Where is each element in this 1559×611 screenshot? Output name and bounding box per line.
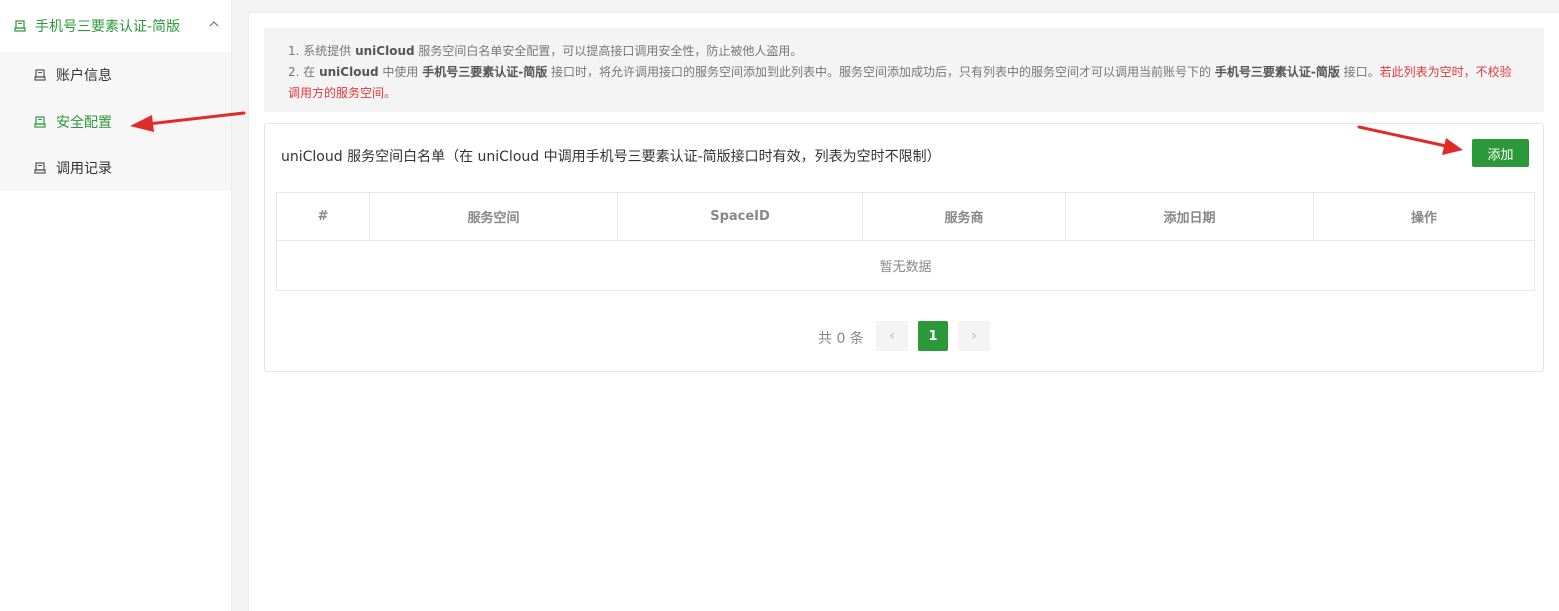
chevron-up-icon[interactable] (208, 18, 220, 34)
panel-title: uniCloud 服务空间白名单（在 uniCloud 中调用手机号三要素认证-… (281, 149, 941, 165)
notice-text: 服务空间白名单安全配置，可以提高接口调用安全性，防止被他人盗用。 (414, 44, 803, 58)
app-icon (34, 162, 46, 174)
notice-text: 接口。 (1339, 65, 1380, 79)
sidebar: 手机号三要素认证-简版 账户信息 安全配置 调用记录 (0, 0, 232, 611)
sidebar-item-account-info[interactable]: 账户信息 (0, 52, 231, 98)
next-page-button[interactable]: › (958, 321, 990, 351)
sidebar-submenu: 账户信息 安全配置 调用记录 (0, 52, 231, 191)
sidebar-group-label: 手机号三要素认证-简版 (35, 19, 181, 35)
whitelist-table: # 服务空间 SpaceID 服务商 添加日期 操作 暂无数据 (276, 192, 1535, 291)
column-header-add-date: 添加日期 (1065, 192, 1314, 241)
whitelist-panel: uniCloud 服务空间白名单（在 uniCloud 中调用手机号三要素认证-… (264, 123, 1544, 372)
notice-bold: uniCloud (319, 65, 379, 79)
column-header-service-space: 服务空间 (369, 192, 618, 241)
notice-text: 2. 在 (288, 65, 320, 79)
notice-line-2: 2. 在 uniCloud 中使用 手机号三要素认证-简版 接口时，将允许调用接… (288, 62, 1520, 104)
layout-top-strip (248, 0, 1559, 12)
app-icon (14, 20, 26, 32)
chevron-right-icon: › (971, 328, 977, 344)
column-header-actions: 操作 (1313, 192, 1535, 241)
notice-text: 接口时，将允许调用接口的服务空间添加到此列表中。服务空间添加成功后，只有列表中的… (547, 65, 1215, 79)
sidebar-item-label: 账户信息 (56, 68, 112, 84)
empty-state: 暂无数据 (276, 240, 1535, 291)
notice-bold: 手机号三要素认证-简版 (1214, 65, 1340, 79)
notice-box: 1. 系统提供 uniCloud 服务空间白名单安全配置，可以提高接口调用安全性… (264, 28, 1544, 112)
app-window: 手机号三要素认证-简版 账户信息 安全配置 调用记录 1. 系统提供 uniCl… (0, 0, 1559, 611)
add-button[interactable]: 添加 (1472, 139, 1529, 167)
notice-text: 1. 系统提供 (288, 44, 356, 58)
table-header-row: # 服务空间 SpaceID 服务商 添加日期 操作 (276, 192, 1535, 241)
prev-page-button[interactable]: ‹ (876, 321, 908, 351)
pagination: 共 0 条 ‹ 1 › (265, 321, 1543, 353)
app-icon (34, 69, 46, 81)
chevron-left-icon: ‹ (889, 328, 895, 344)
column-header-space-id: SpaceID (617, 192, 863, 241)
sidebar-item-label: 调用记录 (56, 161, 112, 177)
notice-text: 中使用 (378, 65, 423, 79)
sidebar-item-label: 安全配置 (56, 115, 112, 131)
pagination-total: 共 0 条 (818, 331, 864, 347)
app-icon (34, 116, 46, 128)
page-1-button[interactable]: 1 (918, 321, 948, 351)
notice-bold: uniCloud (355, 44, 415, 58)
column-header-provider: 服务商 (862, 192, 1066, 241)
layout-gutter (232, 0, 248, 611)
table-row: 暂无数据 (276, 240, 1535, 291)
sidebar-group-phone-three-factor[interactable]: 手机号三要素认证-简版 (0, 0, 231, 52)
sidebar-item-call-records[interactable]: 调用记录 (0, 145, 231, 191)
column-header-index: # (276, 192, 370, 241)
notice-line-1: 1. 系统提供 uniCloud 服务空间白名单安全配置，可以提高接口调用安全性… (288, 41, 1520, 62)
sidebar-item-security-config[interactable]: 安全配置 (0, 99, 231, 145)
notice-bold: 手机号三要素认证-简版 (422, 65, 548, 79)
